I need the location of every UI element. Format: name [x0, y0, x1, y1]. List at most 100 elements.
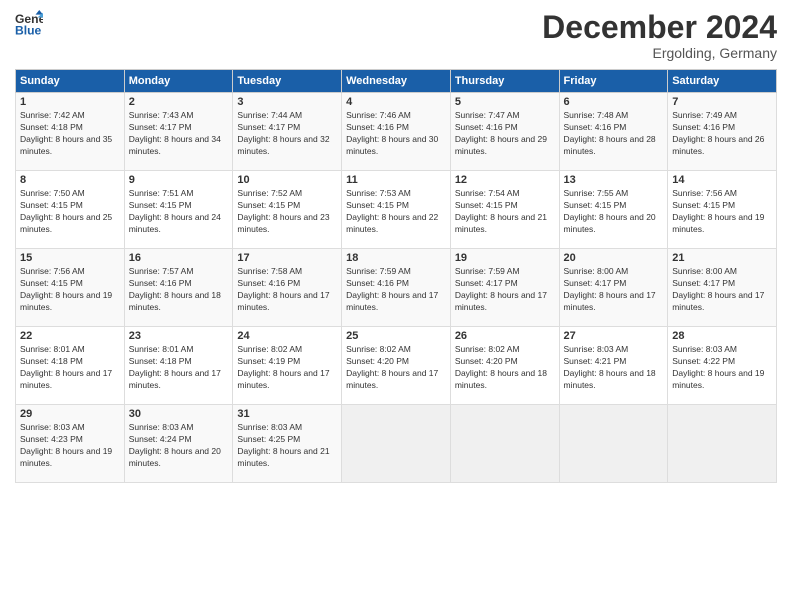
day-number: 1 — [20, 96, 120, 108]
day-detail: Sunrise: 7:58 AMSunset: 4:16 PMDaylight:… — [237, 266, 329, 312]
day-detail: Sunrise: 8:03 AMSunset: 4:25 PMDaylight:… — [237, 422, 329, 468]
day-number: 7 — [672, 96, 772, 108]
day-number: 23 — [129, 330, 229, 342]
day-number: 24 — [237, 330, 337, 342]
day-number: 4 — [346, 96, 446, 108]
day-detail: Sunrise: 7:44 AMSunset: 4:17 PMDaylight:… — [237, 110, 329, 156]
day-detail: Sunrise: 8:02 AMSunset: 4:20 PMDaylight:… — [346, 344, 438, 390]
day-detail: Sunrise: 8:03 AMSunset: 4:22 PMDaylight:… — [672, 344, 764, 390]
day-number: 3 — [237, 96, 337, 108]
day-detail: Sunrise: 7:42 AMSunset: 4:18 PMDaylight:… — [20, 110, 112, 156]
day-detail: Sunrise: 7:47 AMSunset: 4:16 PMDaylight:… — [455, 110, 547, 156]
day-number: 10 — [237, 174, 337, 186]
table-row — [450, 405, 559, 483]
day-number: 18 — [346, 252, 446, 264]
day-detail: Sunrise: 7:55 AMSunset: 4:15 PMDaylight:… — [564, 188, 656, 234]
table-row: 7 Sunrise: 7:49 AMSunset: 4:16 PMDayligh… — [668, 93, 777, 171]
table-row: 11 Sunrise: 7:53 AMSunset: 4:15 PMDaylig… — [342, 171, 451, 249]
table-row: 18 Sunrise: 7:59 AMSunset: 4:16 PMDaylig… — [342, 249, 451, 327]
table-row: 6 Sunrise: 7:48 AMSunset: 4:16 PMDayligh… — [559, 93, 668, 171]
table-row: 2 Sunrise: 7:43 AMSunset: 4:17 PMDayligh… — [124, 93, 233, 171]
table-row: 12 Sunrise: 7:54 AMSunset: 4:15 PMDaylig… — [450, 171, 559, 249]
logo: General Blue — [15, 10, 47, 38]
header-saturday: Saturday — [668, 70, 777, 93]
day-detail: Sunrise: 8:01 AMSunset: 4:18 PMDaylight:… — [129, 344, 221, 390]
day-detail: Sunrise: 7:48 AMSunset: 4:16 PMDaylight:… — [564, 110, 656, 156]
calendar-table: Sunday Monday Tuesday Wednesday Thursday… — [15, 69, 777, 483]
table-row: 14 Sunrise: 7:56 AMSunset: 4:15 PMDaylig… — [668, 171, 777, 249]
day-number: 6 — [564, 96, 664, 108]
weekday-header-row: Sunday Monday Tuesday Wednesday Thursday… — [16, 70, 777, 93]
day-number: 2 — [129, 96, 229, 108]
table-row: 23 Sunrise: 8:01 AMSunset: 4:18 PMDaylig… — [124, 327, 233, 405]
calendar-body: 1 Sunrise: 7:42 AMSunset: 4:18 PMDayligh… — [16, 93, 777, 483]
logo-icon: General Blue — [15, 10, 43, 38]
table-row: 28 Sunrise: 8:03 AMSunset: 4:22 PMDaylig… — [668, 327, 777, 405]
day-detail: Sunrise: 8:03 AMSunset: 4:21 PMDaylight:… — [564, 344, 656, 390]
svg-text:Blue: Blue — [15, 23, 42, 37]
day-detail: Sunrise: 7:43 AMSunset: 4:17 PMDaylight:… — [129, 110, 221, 156]
day-number: 27 — [564, 330, 664, 342]
title-area: December 2024 Ergolding, Germany — [542, 10, 777, 61]
table-row: 1 Sunrise: 7:42 AMSunset: 4:18 PMDayligh… — [16, 93, 125, 171]
day-detail: Sunrise: 7:49 AMSunset: 4:16 PMDaylight:… — [672, 110, 764, 156]
day-number: 22 — [20, 330, 120, 342]
header-wednesday: Wednesday — [342, 70, 451, 93]
table-row: 19 Sunrise: 7:59 AMSunset: 4:17 PMDaylig… — [450, 249, 559, 327]
table-row: 27 Sunrise: 8:03 AMSunset: 4:21 PMDaylig… — [559, 327, 668, 405]
table-row: 25 Sunrise: 8:02 AMSunset: 4:20 PMDaylig… — [342, 327, 451, 405]
table-row: 20 Sunrise: 8:00 AMSunset: 4:17 PMDaylig… — [559, 249, 668, 327]
day-detail: Sunrise: 8:03 AMSunset: 4:23 PMDaylight:… — [20, 422, 112, 468]
table-row: 13 Sunrise: 7:55 AMSunset: 4:15 PMDaylig… — [559, 171, 668, 249]
month-title: December 2024 — [542, 10, 777, 45]
table-row: 26 Sunrise: 8:02 AMSunset: 4:20 PMDaylig… — [450, 327, 559, 405]
calendar-week-row: 15 Sunrise: 7:56 AMSunset: 4:15 PMDaylig… — [16, 249, 777, 327]
header-friday: Friday — [559, 70, 668, 93]
logo-line: General Blue — [15, 10, 47, 38]
day-number: 15 — [20, 252, 120, 264]
day-detail: Sunrise: 7:56 AMSunset: 4:15 PMDaylight:… — [20, 266, 112, 312]
table-row: 10 Sunrise: 7:52 AMSunset: 4:15 PMDaylig… — [233, 171, 342, 249]
day-number: 25 — [346, 330, 446, 342]
day-detail: Sunrise: 7:57 AMSunset: 4:16 PMDaylight:… — [129, 266, 221, 312]
day-detail: Sunrise: 7:53 AMSunset: 4:15 PMDaylight:… — [346, 188, 438, 234]
table-row: 9 Sunrise: 7:51 AMSunset: 4:15 PMDayligh… — [124, 171, 233, 249]
day-detail: Sunrise: 8:02 AMSunset: 4:19 PMDaylight:… — [237, 344, 329, 390]
day-number: 31 — [237, 408, 337, 420]
table-row: 17 Sunrise: 7:58 AMSunset: 4:16 PMDaylig… — [233, 249, 342, 327]
calendar-week-row: 8 Sunrise: 7:50 AMSunset: 4:15 PMDayligh… — [16, 171, 777, 249]
day-number: 14 — [672, 174, 772, 186]
calendar-week-row: 22 Sunrise: 8:01 AMSunset: 4:18 PMDaylig… — [16, 327, 777, 405]
table-row — [342, 405, 451, 483]
day-detail: Sunrise: 7:52 AMSunset: 4:15 PMDaylight:… — [237, 188, 329, 234]
table-row: 15 Sunrise: 7:56 AMSunset: 4:15 PMDaylig… — [16, 249, 125, 327]
day-detail: Sunrise: 8:00 AMSunset: 4:17 PMDaylight:… — [564, 266, 656, 312]
day-number: 28 — [672, 330, 772, 342]
calendar-week-row: 1 Sunrise: 7:42 AMSunset: 4:18 PMDayligh… — [16, 93, 777, 171]
table-row: 8 Sunrise: 7:50 AMSunset: 4:15 PMDayligh… — [16, 171, 125, 249]
day-detail: Sunrise: 7:59 AMSunset: 4:17 PMDaylight:… — [455, 266, 547, 312]
header-sunday: Sunday — [16, 70, 125, 93]
day-number: 29 — [20, 408, 120, 420]
header-tuesday: Tuesday — [233, 70, 342, 93]
table-row: 24 Sunrise: 8:02 AMSunset: 4:19 PMDaylig… — [233, 327, 342, 405]
day-number: 20 — [564, 252, 664, 264]
calendar-week-row: 29 Sunrise: 8:03 AMSunset: 4:23 PMDaylig… — [16, 405, 777, 483]
day-number: 17 — [237, 252, 337, 264]
table-row: 4 Sunrise: 7:46 AMSunset: 4:16 PMDayligh… — [342, 93, 451, 171]
day-detail: Sunrise: 7:56 AMSunset: 4:15 PMDaylight:… — [672, 188, 764, 234]
table-row: 22 Sunrise: 8:01 AMSunset: 4:18 PMDaylig… — [16, 327, 125, 405]
table-row: 31 Sunrise: 8:03 AMSunset: 4:25 PMDaylig… — [233, 405, 342, 483]
day-detail: Sunrise: 8:02 AMSunset: 4:20 PMDaylight:… — [455, 344, 547, 390]
table-row — [559, 405, 668, 483]
day-detail: Sunrise: 7:54 AMSunset: 4:15 PMDaylight:… — [455, 188, 547, 234]
header: General Blue December 2024 Ergolding, Ge… — [15, 10, 777, 61]
day-number: 5 — [455, 96, 555, 108]
day-number: 11 — [346, 174, 446, 186]
calendar-container: General Blue December 2024 Ergolding, Ge… — [0, 0, 792, 612]
day-number: 19 — [455, 252, 555, 264]
table-row: 16 Sunrise: 7:57 AMSunset: 4:16 PMDaylig… — [124, 249, 233, 327]
location: Ergolding, Germany — [542, 45, 777, 61]
table-row: 21 Sunrise: 8:00 AMSunset: 4:17 PMDaylig… — [668, 249, 777, 327]
day-detail: Sunrise: 7:50 AMSunset: 4:15 PMDaylight:… — [20, 188, 112, 234]
